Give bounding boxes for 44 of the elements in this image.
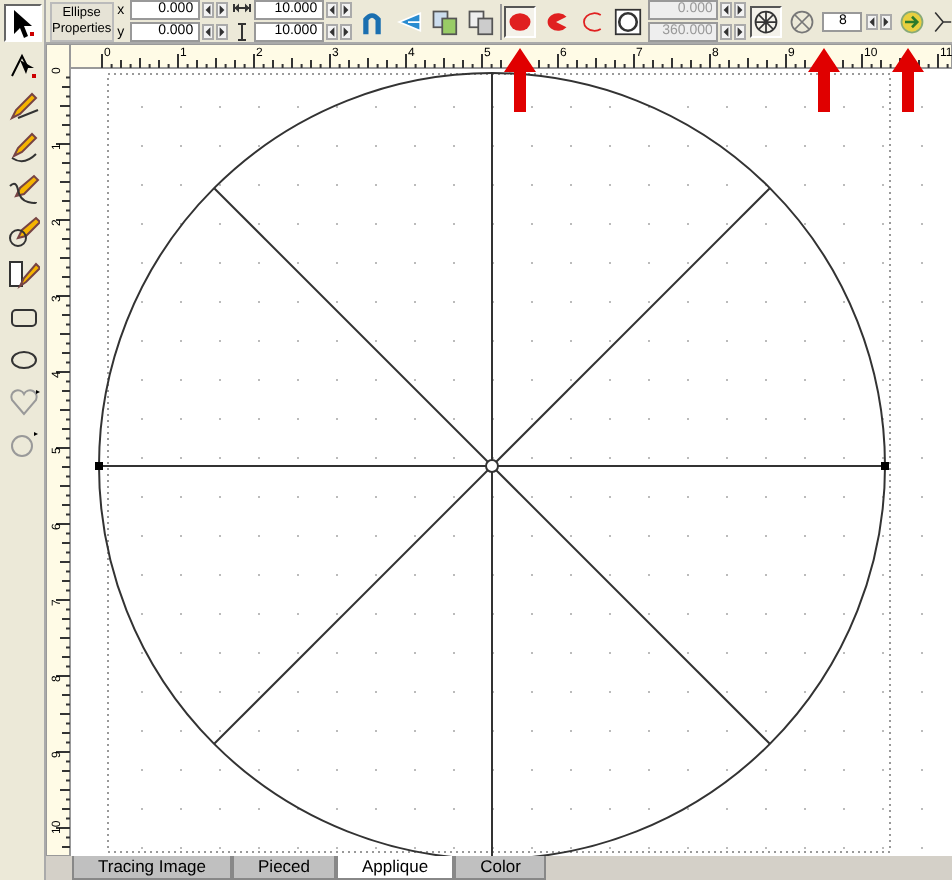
copy-shapes-icon xyxy=(429,7,458,35)
toolbar-button[interactable] xyxy=(463,5,496,37)
fan-icon xyxy=(393,7,422,35)
spin-button[interactable] xyxy=(201,2,214,18)
tab[interactable]: Applique xyxy=(336,856,455,880)
spin-button[interactable] xyxy=(720,24,733,40)
pencil-grid-icon xyxy=(5,258,39,292)
tool-button[interactable] xyxy=(3,214,41,252)
spin-button[interactable] xyxy=(325,24,338,40)
circle-in-square-icon xyxy=(614,5,643,37)
annotation-arrow xyxy=(892,48,924,112)
crossed-circle-icon xyxy=(788,5,817,37)
spin-button[interactable] xyxy=(880,13,893,29)
pencil-circle-icon xyxy=(5,216,39,250)
arrow-circle-icon xyxy=(898,5,927,37)
tool-button[interactable] xyxy=(3,256,41,294)
spin-button[interactable] xyxy=(734,24,747,40)
annotation-arrow xyxy=(504,48,536,112)
pencil-scribble-icon xyxy=(5,174,39,208)
arch-icon xyxy=(357,7,386,35)
annotation-arrow xyxy=(808,48,840,112)
tab[interactable]: Tracing Image xyxy=(72,856,233,880)
tab[interactable]: Color xyxy=(454,856,547,880)
tab[interactable]: Pieced xyxy=(232,856,337,880)
spin-button[interactable] xyxy=(215,24,228,40)
tool-button[interactable] xyxy=(3,4,41,42)
toolbar-button[interactable] xyxy=(612,5,645,37)
spoked-circle-icon xyxy=(752,5,781,37)
spin-button[interactable] xyxy=(339,2,352,18)
spin-button[interactable] xyxy=(339,24,352,40)
shape-mode-button[interactable] xyxy=(504,5,537,37)
circle-icon xyxy=(5,426,39,460)
toolbar-button[interactable] xyxy=(427,5,460,37)
heart-icon xyxy=(5,384,39,418)
copy-shapes-icon xyxy=(465,7,494,35)
spin-button[interactable] xyxy=(720,2,733,18)
pencil-icon xyxy=(5,90,39,124)
spin-button[interactable] xyxy=(201,24,214,40)
spokes-button[interactable] xyxy=(750,5,783,37)
spin-button[interactable] xyxy=(866,13,879,29)
spin-button[interactable] xyxy=(734,2,747,18)
spin-button[interactable] xyxy=(325,2,338,18)
spin-button[interactable] xyxy=(215,2,228,18)
apply-button[interactable] xyxy=(896,5,929,37)
